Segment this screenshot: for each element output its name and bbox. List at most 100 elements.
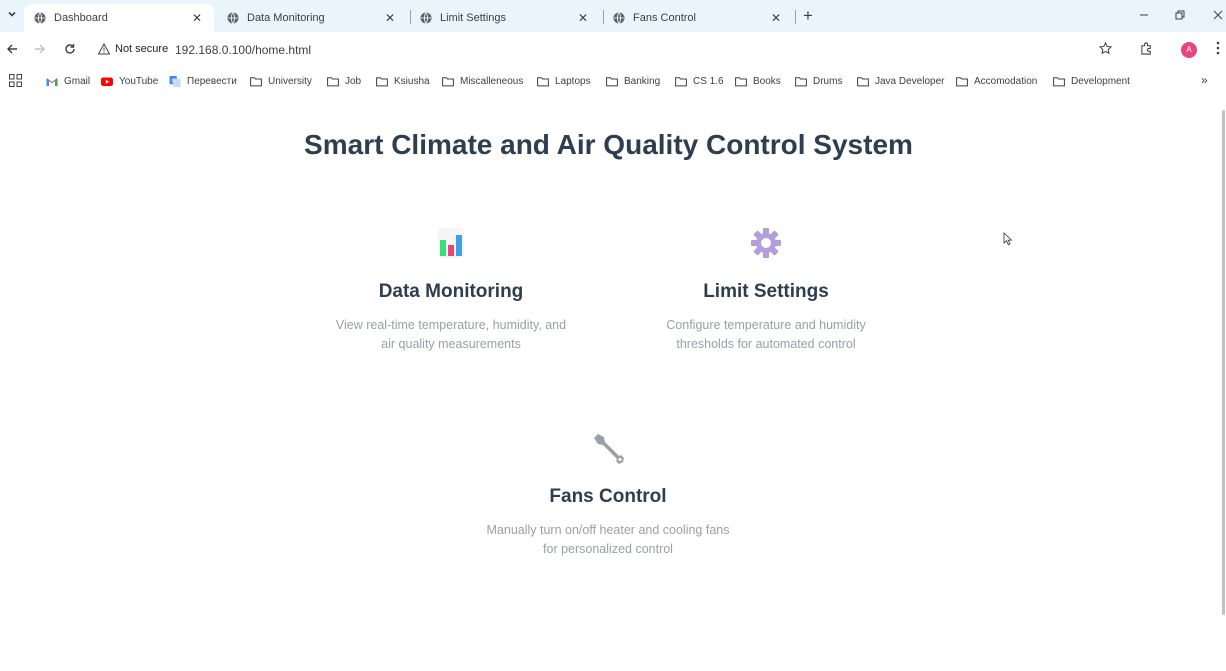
bookmark-label: Job [345, 75, 362, 87]
folder-icon [1053, 76, 1065, 86]
page-scrollbar[interactable] [1220, 110, 1226, 615]
folder-icon [376, 76, 388, 86]
site-security-indicator[interactable]: Not secure [98, 43, 168, 55]
bookmark-label: YouTube [119, 75, 159, 87]
globe-icon [613, 12, 625, 24]
forward-icon[interactable] [31, 41, 49, 59]
bookmark-folder-job[interactable]: Job [327, 73, 361, 89]
bookmark-translate[interactable]: G Перевести [169, 73, 237, 89]
back-icon[interactable] [3, 41, 21, 59]
apps-grid-icon[interactable] [9, 74, 22, 87]
tab-title: Limit Settings [440, 12, 507, 24]
bookmark-youtube[interactable]: YouTube [101, 73, 158, 89]
bookmark-label: Development [1071, 75, 1130, 87]
page-content: Smart Climate and Air Quality Control Sy… [0, 93, 1226, 671]
bookmark-folder-banking[interactable]: Banking [606, 73, 660, 89]
scrollbar-thumb[interactable] [1222, 110, 1225, 615]
mouse-cursor-icon [1003, 232, 1013, 246]
warning-icon [98, 43, 110, 55]
bookmark-label: Miscalleneous [460, 75, 524, 87]
globe-icon [420, 12, 432, 24]
more-bookmarks-chevron-icon[interactable]: » [1201, 73, 1208, 87]
tab-title: Dashboard [54, 12, 108, 24]
folder-icon [675, 76, 687, 86]
bookmark-folder-java-developer[interactable]: Java Developer [857, 73, 944, 89]
close-icon[interactable]: ✕ [190, 11, 204, 25]
bookmark-label: Books [753, 75, 781, 87]
bookmark-label: Gmail [64, 75, 91, 87]
gmail-icon [46, 77, 58, 86]
address-bar[interactable]: 192.168.0.100/home.html [175, 43, 311, 57]
folder-icon [250, 76, 262, 86]
bookmark-folder-accomodation[interactable]: Accomodation [956, 73, 1037, 89]
new-tab-icon[interactable]: + [800, 7, 816, 25]
close-window-icon[interactable] [1208, 6, 1226, 26]
bookmark-folder-laptops[interactable]: Laptops [537, 73, 591, 89]
tab-data-monitoring[interactable]: Data Monitoring ✕ [217, 4, 407, 32]
folder-icon [857, 76, 869, 86]
bookmark-label: Ksiusha [394, 75, 430, 87]
bookmark-label: Java Developer [875, 75, 945, 87]
bookmark-folder-university[interactable]: University [250, 73, 312, 89]
card-title: Data Monitoring [378, 281, 524, 302]
globe-icon [34, 12, 46, 24]
bookmark-label: University [268, 75, 312, 87]
youtube-icon [101, 77, 113, 86]
folder-icon [606, 76, 618, 86]
bookmark-label: Banking [624, 75, 661, 87]
close-icon[interactable]: ✕ [576, 11, 590, 25]
tab-strip: Dashboard ✕ Data Monitoring ✕ Limit Sett… [0, 0, 1226, 32]
bookmark-label: Accomodation [974, 75, 1038, 87]
card-description: Configure temperature and humidity thres… [666, 318, 866, 351]
bookmark-folder-books[interactable]: Books [735, 73, 781, 89]
bookmarks-bar: Gmail YouTube G Перевести University Job… [0, 69, 1226, 93]
folder-icon [442, 76, 454, 86]
card-description: View real-time temperature, humidity, an… [335, 318, 567, 351]
bookmark-folder-miscalleneous[interactable]: Miscalleneous [442, 73, 523, 89]
tab-limit-settings[interactable]: Limit Settings ✕ [410, 4, 600, 32]
tab-dashboard[interactable]: Dashboard ✕ [24, 4, 214, 32]
folder-icon [327, 76, 339, 86]
close-icon[interactable]: ✕ [769, 11, 783, 25]
browser-toolbar: Not secure 192.168.0.100/home.html [0, 32, 1226, 69]
bookmark-folder-ksiusha[interactable]: Ksiusha [376, 73, 430, 89]
card-fans-control[interactable]: Fans Control Manually turn on/off heater… [458, 431, 758, 559]
restore-icon[interactable] [1170, 6, 1190, 26]
wrench-icon [594, 434, 624, 464]
globe-icon [227, 12, 239, 24]
tab-search-chevron-icon[interactable] [4, 8, 20, 24]
bar-chart-icon [438, 228, 464, 258]
page-title: Smart Climate and Air Quality Control Sy… [304, 129, 913, 160]
menu-kebab-icon[interactable] [1209, 41, 1226, 59]
tab-divider [795, 10, 796, 24]
translate-icon: G [169, 75, 181, 87]
security-label: Not secure [115, 43, 169, 55]
bookmark-folder-cs16[interactable]: CS 1.6 [675, 73, 724, 89]
gear-icon [751, 228, 781, 258]
extensions-icon[interactable] [1137, 41, 1155, 59]
bookmark-gmail[interactable]: Gmail [46, 73, 90, 89]
card-limit-settings[interactable]: Limit Settings Configure temperature and… [616, 226, 916, 354]
minimize-icon[interactable] [1134, 6, 1154, 26]
profile-avatar[interactable]: A [1181, 42, 1197, 58]
folder-icon [537, 76, 549, 86]
bookmark-label: Laptops [555, 75, 591, 87]
bookmark-label: CS 1.6 [693, 75, 724, 87]
bookmark-star-icon[interactable] [1096, 41, 1114, 59]
tab-title: Data Monitoring [247, 12, 325, 24]
card-description: Manually turn on/off heater and cooling … [486, 523, 730, 556]
folder-icon [956, 76, 968, 86]
card-title: Fans Control [549, 486, 667, 507]
tab-title: Fans Control [633, 12, 696, 24]
close-icon[interactable]: ✕ [383, 11, 397, 25]
card-title: Limit Settings [703, 281, 829, 302]
card-data-monitoring[interactable]: Data Monitoring View real-time temperatu… [301, 226, 601, 354]
reload-icon[interactable] [61, 41, 79, 59]
bookmark-folder-development[interactable]: Development [1053, 73, 1130, 89]
tab-fans-control[interactable]: Fans Control ✕ [603, 4, 793, 32]
bookmark-folder-drums[interactable]: Drums [795, 73, 842, 89]
folder-icon [735, 76, 747, 86]
bookmark-label: Перевести [187, 75, 237, 87]
bookmark-label: Drums [813, 75, 843, 87]
folder-icon [795, 76, 807, 86]
